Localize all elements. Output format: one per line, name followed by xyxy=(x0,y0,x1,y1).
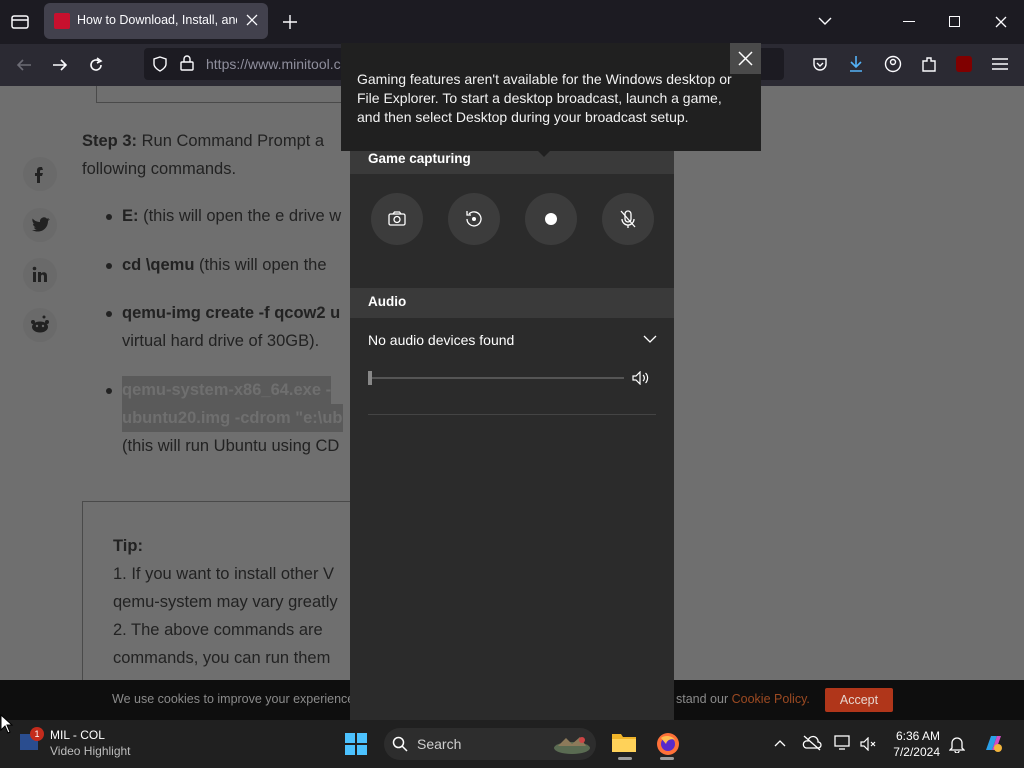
search-icon xyxy=(392,736,408,752)
notification-bell-icon[interactable] xyxy=(949,735,965,753)
ublock-origin-icon[interactable] xyxy=(956,56,972,72)
list-item: cd \qemu (this will open the xyxy=(122,256,327,274)
browser-tab-bar: How to Download, Install, and xyxy=(0,0,1024,44)
back-arrow-icon[interactable] xyxy=(16,57,32,73)
forward-arrow-icon[interactable] xyxy=(52,57,68,73)
tip-line: 1. If you want to install other V xyxy=(113,565,335,583)
linkedin-share-icon[interactable] xyxy=(23,258,57,292)
copilot-icon[interactable] xyxy=(982,733,1004,755)
network-icon[interactable] xyxy=(834,735,852,751)
window-close-icon[interactable] xyxy=(995,16,1007,28)
tab-list-icon[interactable] xyxy=(11,13,29,31)
list-bullet xyxy=(106,388,112,394)
start-windows-icon[interactable] xyxy=(345,733,367,755)
running-indicator xyxy=(618,757,632,760)
camera-icon xyxy=(388,211,406,226)
notification-title[interactable]: MIL - COL xyxy=(50,728,105,742)
show-hidden-icons-chevron-icon[interactable] xyxy=(774,739,786,747)
facebook-share-icon[interactable] xyxy=(23,157,57,191)
screenshot-button[interactable] xyxy=(371,193,423,245)
list-bullet xyxy=(106,263,112,269)
menu-hamburger-icon[interactable] xyxy=(992,58,1008,70)
notification-subtitle[interactable]: Video Highlight xyxy=(50,744,131,758)
running-indicator xyxy=(660,757,674,760)
step3-heading: Step 3: Run Command Prompt a xyxy=(82,132,325,150)
game-capturing-header: Game capturing xyxy=(350,147,674,174)
cookie-policy-text: stand our Cookie Policy. xyxy=(676,692,810,706)
mic-off-icon xyxy=(620,210,636,228)
game-capturing-title: Game capturing xyxy=(368,151,471,166)
onedrive-offline-icon[interactable] xyxy=(802,735,822,751)
audio-header: Audio xyxy=(350,288,674,318)
divider xyxy=(368,414,656,415)
browser-tab[interactable]: How to Download, Install, and xyxy=(44,3,268,39)
record-last-button[interactable] xyxy=(448,193,500,245)
search-placeholder: Search xyxy=(417,736,462,752)
firefox-icon[interactable] xyxy=(656,732,680,756)
gaming-unavailable-tooltip: Gaming features aren't available for the… xyxy=(341,43,761,157)
volume-muted-icon[interactable] xyxy=(860,737,878,751)
audio-device-select[interactable]: No audio devices found xyxy=(368,332,514,348)
account-icon[interactable] xyxy=(884,55,902,73)
tooltip-pointer xyxy=(536,149,552,157)
tab-title: How to Download, Install, and xyxy=(77,13,237,27)
speaker-icon[interactable] xyxy=(632,371,650,385)
tip-title: Tip: xyxy=(113,537,143,555)
highlighted-command-line2: ubuntu20.img -cdrom "e:\ub xyxy=(122,404,343,432)
tip-line: commands, you can run them xyxy=(113,649,331,667)
cookie-policy-link[interactable]: Cookie Policy. xyxy=(732,692,810,706)
highlighted-command-line1: qemu-system-x86_64.exe - xyxy=(122,376,332,404)
clock-date[interactable]: 7/2/2024 xyxy=(890,745,940,759)
tab-overflow-chevron-icon[interactable] xyxy=(818,16,832,26)
new-tab-icon[interactable] xyxy=(283,15,297,29)
list-item-line2: virtual hard drive of 30GB). xyxy=(122,332,320,350)
notification-badge: 1 xyxy=(30,727,44,741)
tooltip-message: Gaming features aren't available for the… xyxy=(357,71,732,125)
list-bullet xyxy=(106,311,112,317)
step3-line2: following commands. xyxy=(82,160,237,178)
downloads-icon[interactable] xyxy=(848,55,864,73)
start-recording-button[interactable] xyxy=(525,193,577,245)
list-item: qemu-img create -f qcow2 u xyxy=(122,304,341,322)
tracking-shield-icon[interactable] xyxy=(152,56,168,72)
volume-slider[interactable] xyxy=(368,377,624,379)
url-text: https://www.minitool.c xyxy=(206,56,341,72)
list-bullet xyxy=(106,214,112,220)
close-icon xyxy=(738,51,753,66)
audio-title: Audio xyxy=(368,294,407,309)
tip-line: qemu-system may vary greatly xyxy=(113,593,338,611)
pocket-icon[interactable] xyxy=(812,56,828,72)
tooltip-close-button[interactable] xyxy=(730,43,761,74)
tip-line: 2. The above commands are xyxy=(113,621,323,639)
file-explorer-icon[interactable] xyxy=(611,731,637,753)
previous-code-box xyxy=(96,86,356,103)
record-dot-icon xyxy=(545,213,557,225)
tab-close-icon[interactable] xyxy=(246,14,258,26)
replay-icon xyxy=(466,211,482,227)
restore-icon[interactable] xyxy=(949,16,960,27)
mouse-cursor-icon xyxy=(0,714,14,734)
search-highlight-image xyxy=(552,732,592,756)
list-item-line3: (this will run Ubuntu using CD xyxy=(122,437,340,455)
lock-icon[interactable] xyxy=(180,55,194,71)
extensions-icon[interactable] xyxy=(921,55,937,73)
minimize-icon[interactable] xyxy=(903,21,915,22)
mic-toggle-button[interactable] xyxy=(602,193,654,245)
clock-time[interactable]: 6:36 AM xyxy=(890,729,940,743)
volume-slider-thumb[interactable] xyxy=(368,371,372,385)
taskbar-search[interactable]: Search xyxy=(384,728,596,760)
site-favicon-icon xyxy=(54,13,70,29)
cookie-text: We use cookies to improve your experienc… xyxy=(112,692,358,706)
list-item: E: (this will open the e drive w xyxy=(122,207,342,225)
reddit-share-icon[interactable] xyxy=(23,308,57,342)
accept-cookies-button[interactable]: Accept xyxy=(825,688,893,712)
reload-icon[interactable] xyxy=(88,57,104,73)
chevron-down-icon[interactable] xyxy=(643,334,657,344)
twitter-share-icon[interactable] xyxy=(23,208,57,242)
